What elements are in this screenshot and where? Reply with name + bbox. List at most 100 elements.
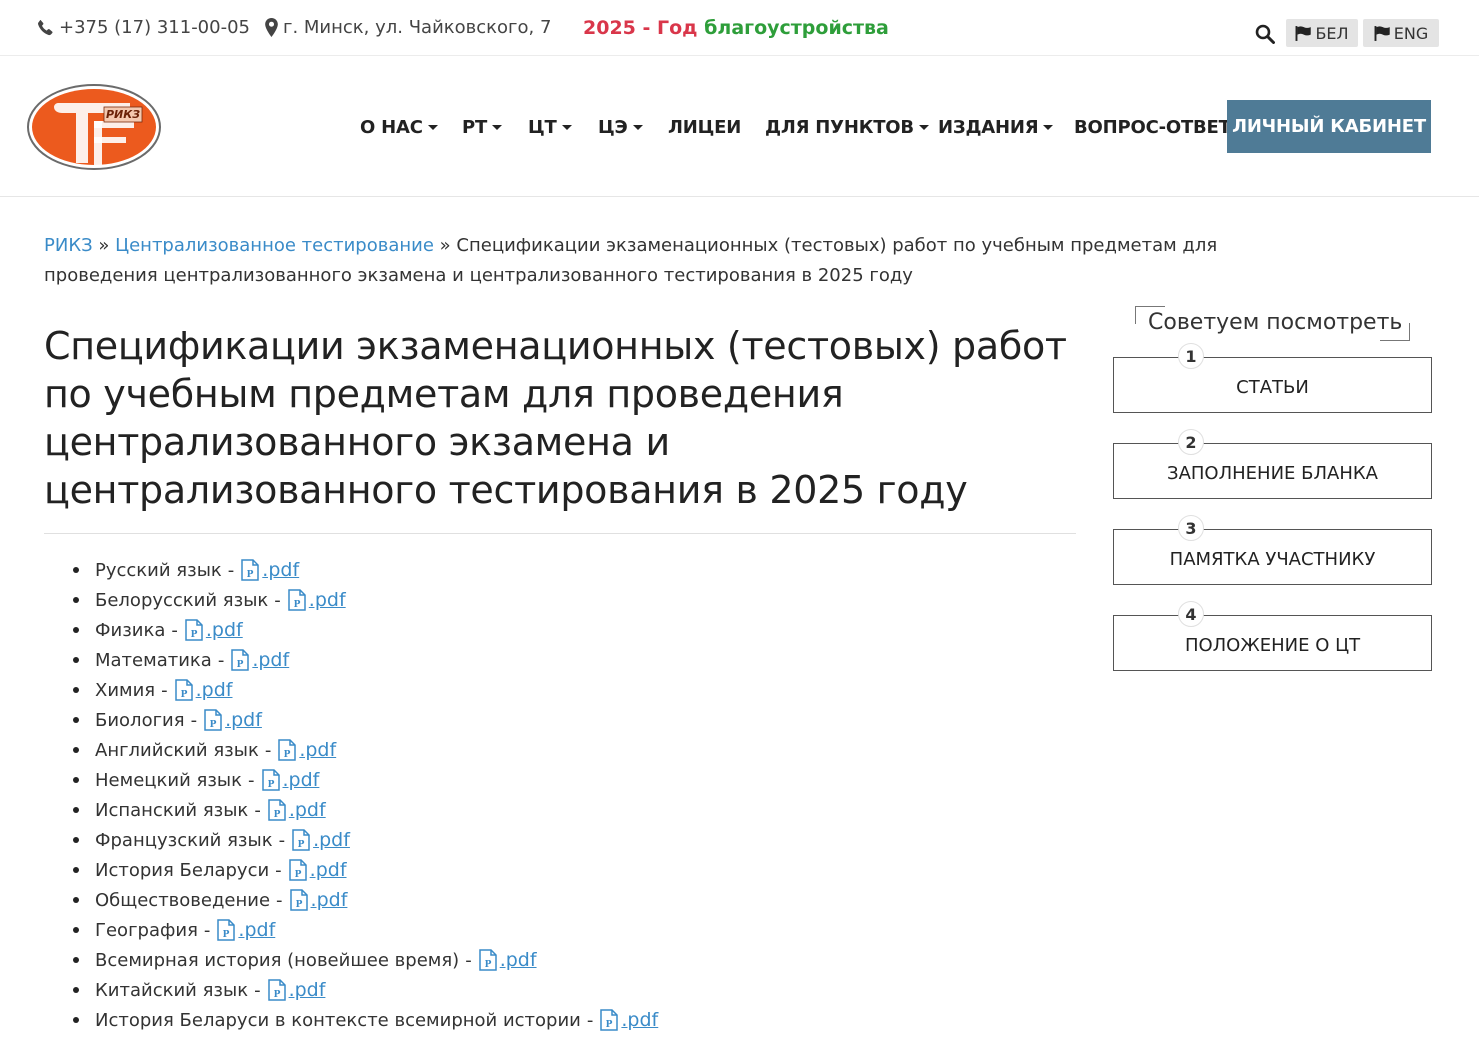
pdf-download-link[interactable]: P .pdf bbox=[291, 829, 350, 851]
svg-text:P: P bbox=[237, 660, 244, 670]
lang-eng-button[interactable]: ENG bbox=[1363, 19, 1439, 47]
pdf-link-label: .pdf bbox=[309, 859, 347, 881]
sidebar-title-frame: Советуем посмотреть bbox=[1135, 306, 1410, 341]
pdf-download-link[interactable]: P .pdf bbox=[184, 619, 243, 641]
nav-ct-label: ЦТ bbox=[528, 117, 557, 138]
nav-faq-label: ВОПРОС-ОТВЕТ bbox=[1074, 117, 1231, 138]
pdf-file-icon: P bbox=[289, 889, 308, 911]
page-title: Спецификации экзаменационных (тестовых) … bbox=[44, 324, 1067, 512]
sidebar-item-label: ЗАПОЛНЕНИЕ БЛАНКА bbox=[1167, 462, 1378, 484]
svg-text:P: P bbox=[484, 960, 491, 970]
pdf-download-link[interactable]: P .pdf bbox=[267, 799, 326, 821]
list-item: Белорусский язык - P .pdf bbox=[72, 585, 658, 615]
caret-down-icon bbox=[561, 125, 572, 130]
pdf-download-link[interactable]: P .pdf bbox=[203, 709, 262, 731]
search-button[interactable] bbox=[1255, 24, 1275, 48]
subject-name: Обществоведение bbox=[95, 889, 271, 911]
nav-about[interactable]: О НАС bbox=[360, 117, 438, 138]
nav-ct[interactable]: ЦТ bbox=[528, 117, 572, 138]
pdf-link-label: .pdf bbox=[262, 559, 300, 581]
subject-name: Белорусский язык bbox=[95, 589, 269, 611]
list-item: Химия - P .pdf bbox=[72, 675, 658, 705]
sidebar-item[interactable]: 3 ПАМЯТКА УЧАСТНИКУ bbox=[1113, 515, 1432, 585]
logo-text: РИКЗ bbox=[106, 108, 140, 121]
pdf-download-link[interactable]: P .pdf bbox=[261, 769, 320, 791]
subject-name: История Беларуси bbox=[95, 859, 270, 881]
subject-dash: - bbox=[171, 619, 178, 641]
subject-dash: - bbox=[586, 1009, 594, 1031]
list-item: Немецкий язык - P .pdf bbox=[72, 765, 658, 795]
svg-text:P: P bbox=[295, 900, 302, 910]
subject-dash: - bbox=[217, 649, 225, 671]
pdf-download-link[interactable]: P .pdf bbox=[289, 889, 347, 911]
pdf-download-link[interactable]: P .pdf bbox=[240, 559, 299, 581]
nav-lyceums[interactable]: ЛИЦЕИ bbox=[668, 117, 741, 138]
subject-name: Английский язык bbox=[95, 739, 259, 761]
pdf-link-label: .pdf bbox=[299, 739, 337, 761]
svg-text:P: P bbox=[267, 780, 274, 790]
nav-faq[interactable]: ВОПРОС-ОТВЕТ bbox=[1074, 117, 1231, 138]
year-banner[interactable]: 2025 - Год благоустройства bbox=[583, 17, 889, 39]
subject-dash: - bbox=[203, 919, 211, 941]
list-item: Математика - P .pdf bbox=[72, 645, 658, 675]
pdf-link-label: .pdf bbox=[313, 829, 350, 851]
pdf-download-link[interactable]: P .pdf bbox=[287, 589, 346, 611]
site-logo[interactable]: РИКЗ bbox=[26, 83, 162, 175]
pdf-file-icon: P bbox=[261, 769, 280, 791]
svg-text:P: P bbox=[284, 750, 291, 760]
pdf-download-link[interactable]: P .pdf bbox=[599, 1009, 658, 1031]
breadcrumb-separator: » bbox=[98, 235, 110, 256]
pdf-download-link[interactable]: P .pdf bbox=[230, 649, 289, 671]
pdf-file-icon: P bbox=[600, 1009, 619, 1031]
svg-text:P: P bbox=[298, 840, 305, 850]
list-item: Обществоведение - P .pdf bbox=[72, 885, 658, 915]
pdf-link-label: .pdf bbox=[288, 979, 326, 1001]
pdf-download-link[interactable]: P .pdf bbox=[267, 979, 326, 1001]
phone-icon bbox=[38, 20, 53, 36]
pdf-file-icon: P bbox=[288, 589, 306, 611]
pdf-download-link[interactable]: P .pdf bbox=[277, 739, 336, 761]
breadcrumb-home-link[interactable]: РИКЗ bbox=[44, 235, 93, 256]
subject-dash: - bbox=[248, 769, 255, 791]
sidebar-item-number: 3 bbox=[1178, 515, 1204, 541]
list-item: География - P .pdf bbox=[72, 915, 658, 945]
sidebar-item[interactable]: 1 СТАТЬИ bbox=[1113, 343, 1432, 413]
list-item: Китайский язык - P .pdf bbox=[72, 975, 658, 1005]
breadcrumb-section-link[interactable]: Централизованное тестирование bbox=[115, 235, 434, 256]
pdf-download-link[interactable]: P .pdf bbox=[478, 949, 537, 971]
pdf-link-label: .pdf bbox=[282, 769, 320, 791]
pdf-file-icon: P bbox=[185, 619, 203, 641]
subject-dash: - bbox=[276, 889, 283, 911]
personal-cabinet-label: ЛИЧНЫЙ КАБИНЕТ bbox=[1232, 116, 1426, 137]
personal-cabinet-button[interactable]: ЛИЧНЫЙ КАБИНЕТ bbox=[1227, 100, 1431, 153]
nav-publications-label: ИЗДАНИЯ bbox=[938, 117, 1039, 138]
pdf-download-link[interactable]: P .pdf bbox=[216, 919, 275, 941]
svg-text:P: P bbox=[223, 930, 230, 940]
nav-points-label: ДЛЯ ПУНКТОВ bbox=[765, 117, 914, 138]
nav-ce[interactable]: ЦЭ bbox=[598, 117, 643, 138]
svg-text:P: P bbox=[273, 990, 280, 1000]
sidebar-title: Советуем посмотреть bbox=[1148, 310, 1403, 335]
lang-eng-label: ENG bbox=[1393, 23, 1429, 43]
sidebar-item[interactable]: 2 ЗАПОЛНЕНИЕ БЛАНКА bbox=[1113, 429, 1432, 499]
caret-down-icon bbox=[632, 125, 643, 130]
sidebar-item-number: 2 bbox=[1178, 429, 1204, 455]
pdf-download-link[interactable]: P .pdf bbox=[174, 679, 233, 701]
sidebar-item[interactable]: 4 ПОЛОЖЕНИЕ О ЦТ bbox=[1113, 601, 1432, 671]
subject-name: География bbox=[95, 919, 198, 941]
subject-dash: - bbox=[275, 859, 282, 881]
nav-rt[interactable]: РТ bbox=[462, 117, 503, 138]
pdf-file-icon: P bbox=[174, 679, 193, 701]
pdf-link-label: .pdf bbox=[252, 649, 290, 671]
svg-text:P: P bbox=[606, 1020, 613, 1030]
svg-text:P: P bbox=[180, 690, 187, 700]
phone-contact[interactable]: +375 (17) 311-00-05 bbox=[37, 17, 250, 38]
pdf-link-label: .pdf bbox=[288, 799, 326, 821]
svg-text:P: P bbox=[190, 630, 197, 640]
lang-bel-button[interactable]: БЕЛ bbox=[1286, 19, 1358, 47]
pdf-file-icon: P bbox=[217, 919, 236, 941]
nav-points[interactable]: ДЛЯ ПУНКТОВ bbox=[765, 117, 929, 138]
nav-publications[interactable]: ИЗДАНИЯ bbox=[938, 117, 1054, 138]
pdf-download-link[interactable]: P .pdf bbox=[288, 859, 347, 881]
subject-name: Химия bbox=[95, 679, 156, 701]
